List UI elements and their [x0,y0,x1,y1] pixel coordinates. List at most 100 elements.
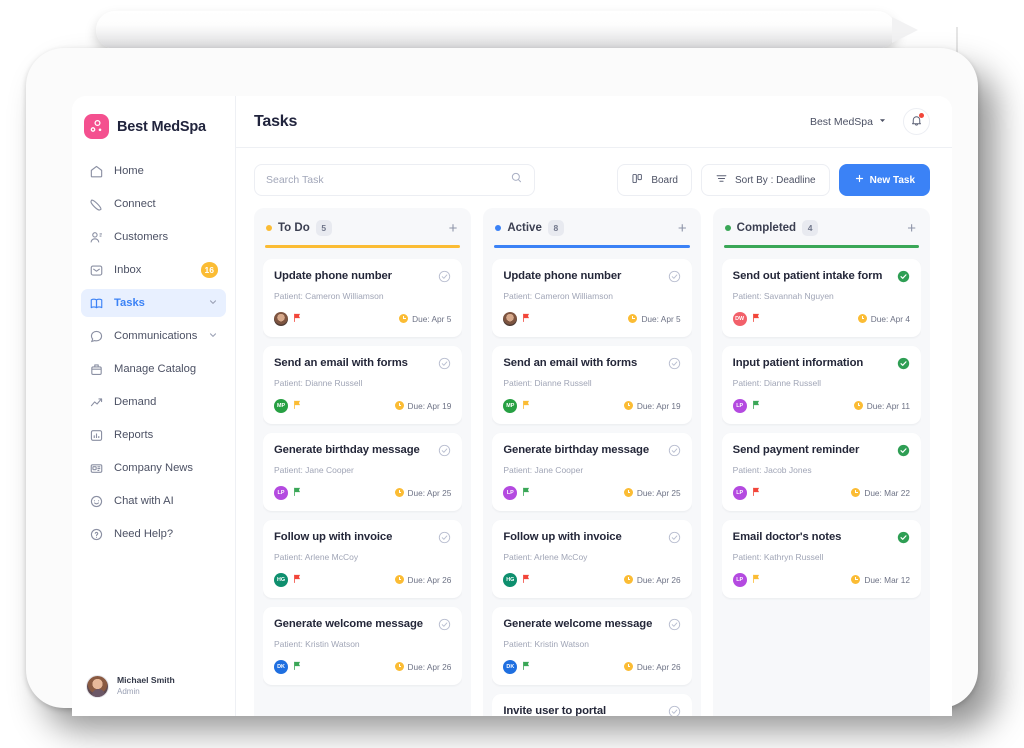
priority-flag-icon[interactable] [752,397,761,415]
priority-flag-icon[interactable] [522,310,531,328]
task-toggle-icon[interactable] [668,357,681,375]
assignee-avatar[interactable]: LP [732,485,747,500]
assignee-avatar[interactable]: MP [274,398,288,413]
task-card[interactable]: Send payment reminder Patient: Jacob Jone… [721,432,921,511]
task-due-label: Due: Apr 19 [636,400,681,411]
assignee-avatar[interactable]: LP [732,572,747,587]
task-toggle-icon[interactable] [668,705,681,716]
task-card[interactable]: Follow up with invoice Patient: Arlene Mc… [492,519,692,598]
task-complete-icon[interactable] [897,270,910,288]
clock-icon [394,488,404,497]
task-card[interactable]: Follow up with invoice Patient: Arlene Mc… [263,519,463,598]
task-toggle-icon[interactable] [668,531,681,549]
sort-by-label: Sort By : Deadline [735,174,816,186]
task-card[interactable]: Input patient information Patient: Dianne… [721,345,921,424]
sidebar-item-label: Home [114,165,144,177]
sidebar-item-chat-with-ai[interactable]: Chat with AI [81,487,226,515]
task-toggle-icon[interactable] [668,444,681,462]
assignee-avatar[interactable]: HG [503,572,518,587]
sidebar-item-home[interactable]: Home [81,157,226,185]
search-icon[interactable] [510,171,523,189]
sidebar-item-demand[interactable]: Demand [81,388,226,416]
task-card[interactable]: Generate birthday message Patient: Jane C… [492,432,692,511]
assignee-avatar[interactable] [503,311,518,326]
board-view-label: Board [651,174,678,186]
sidebar-item-communications[interactable]: Communications [81,322,226,350]
sort-by-button[interactable]: Sort By : Deadline [701,164,830,196]
assignee-avatar[interactable]: LP [503,485,518,500]
task-card[interactable]: Update phone number Patient: Cameron Will… [263,258,463,337]
task-toggle-icon[interactable] [438,618,451,636]
notifications-button[interactable] [903,108,930,135]
sidebar-item-label: Need Help? [114,528,174,540]
task-card[interactable]: Invite user to portalPatient: Brooklyn S… [492,693,692,716]
org-switcher[interactable]: Best MedSpa [810,116,887,128]
priority-flag-icon[interactable] [293,658,302,676]
task-card[interactable]: Generate welcome message Patient: Kristin… [263,606,463,685]
task-toggle-icon[interactable] [668,270,681,288]
sidebar-item-tasks[interactable]: Tasks [81,289,226,317]
sidebar-user-profile[interactable]: Michael Smith Admin [72,675,235,698]
task-complete-icon[interactable] [897,357,910,375]
add-card-button[interactable]: + [678,221,689,236]
priority-flag-icon[interactable] [293,484,302,502]
task-card[interactable]: Update phone number Patient: Cameron Will… [492,258,692,337]
task-card[interactable]: Send an email with forms Patient: Dianne … [263,345,463,424]
priority-flag-icon[interactable] [293,310,302,328]
task-toggle-icon[interactable] [438,357,451,375]
priority-flag-icon[interactable] [752,310,761,328]
assignee-avatar[interactable]: DK [274,659,288,674]
priority-flag-icon[interactable] [293,571,302,589]
assignee-avatar[interactable] [274,311,288,326]
task-card[interactable]: Email doctor's notes Patient: Kathryn Rus… [721,519,921,598]
priority-flag-icon[interactable] [752,484,761,502]
search-input[interactable] [266,174,510,186]
priority-flag-icon[interactable] [293,397,302,415]
task-card[interactable]: Send an email with forms Patient: Dianne … [492,345,692,424]
task-toggle-icon[interactable] [438,270,451,288]
priority-flag-icon[interactable] [522,658,531,676]
task-card[interactable]: Generate welcome message Patient: Kristin… [492,606,692,685]
assignee-avatar[interactable]: DK [503,659,518,674]
task-card-footer: LP Due: Apr 25 [503,484,681,502]
column-card-list: Update phone number Patient: Cameron Will… [492,258,692,716]
assignee-avatar[interactable]: LP [274,485,288,500]
task-toggle-icon[interactable] [438,531,451,549]
brand-logo[interactable]: Best MedSpa [72,106,235,139]
clock-icon [857,314,867,323]
chat-bubble-icon [89,329,104,344]
kanban-board: To Do 5 + Update phone number Patient: Camer… [236,208,952,716]
assignee-avatar[interactable]: HG [274,572,288,587]
assignee-avatar[interactable]: MP [503,398,518,413]
priority-flag-icon[interactable] [522,484,531,502]
task-card-header: Generate welcome message [503,617,680,636]
task-toggle-icon[interactable] [668,618,681,636]
sidebar-item-company-news[interactable]: Company News [81,454,226,482]
search-task-box[interactable] [254,164,535,196]
column-accent-rule [723,245,919,248]
sidebar-item-customers[interactable]: Customers [81,223,226,251]
sidebar-item-need-help[interactable]: Need Help? [81,520,226,548]
task-complete-icon[interactable] [897,531,910,549]
priority-flag-icon[interactable] [522,397,531,415]
new-task-button[interactable]: New Task [838,164,930,196]
chevron-down-icon [208,327,218,345]
board-view-button[interactable]: Board [617,164,692,196]
assignee-avatar[interactable]: DW [732,311,747,326]
add-card-button[interactable]: + [907,221,918,236]
task-complete-icon[interactable] [897,444,910,462]
task-toggle-icon[interactable] [438,444,451,462]
task-due: Due: Mar 22 [851,488,910,498]
inbox-icon [89,263,104,278]
priority-flag-icon[interactable] [752,571,761,589]
sidebar-item-manage-catalog[interactable]: Manage Catalog [81,355,226,383]
sidebar-item-inbox[interactable]: Inbox 16 [81,256,226,284]
add-card-button[interactable]: + [449,221,460,236]
sidebar-item-connect[interactable]: Connect [81,190,226,218]
task-card[interactable]: Send out patient intake form Patient: Sav… [721,258,921,337]
priority-flag-icon[interactable] [522,571,531,589]
task-due-label: Due: Mar 12 [864,574,910,585]
sidebar-item-reports[interactable]: Reports [81,421,226,449]
task-card[interactable]: Generate birthday message Patient: Jane C… [263,432,463,511]
assignee-avatar[interactable]: LP [732,398,747,413]
